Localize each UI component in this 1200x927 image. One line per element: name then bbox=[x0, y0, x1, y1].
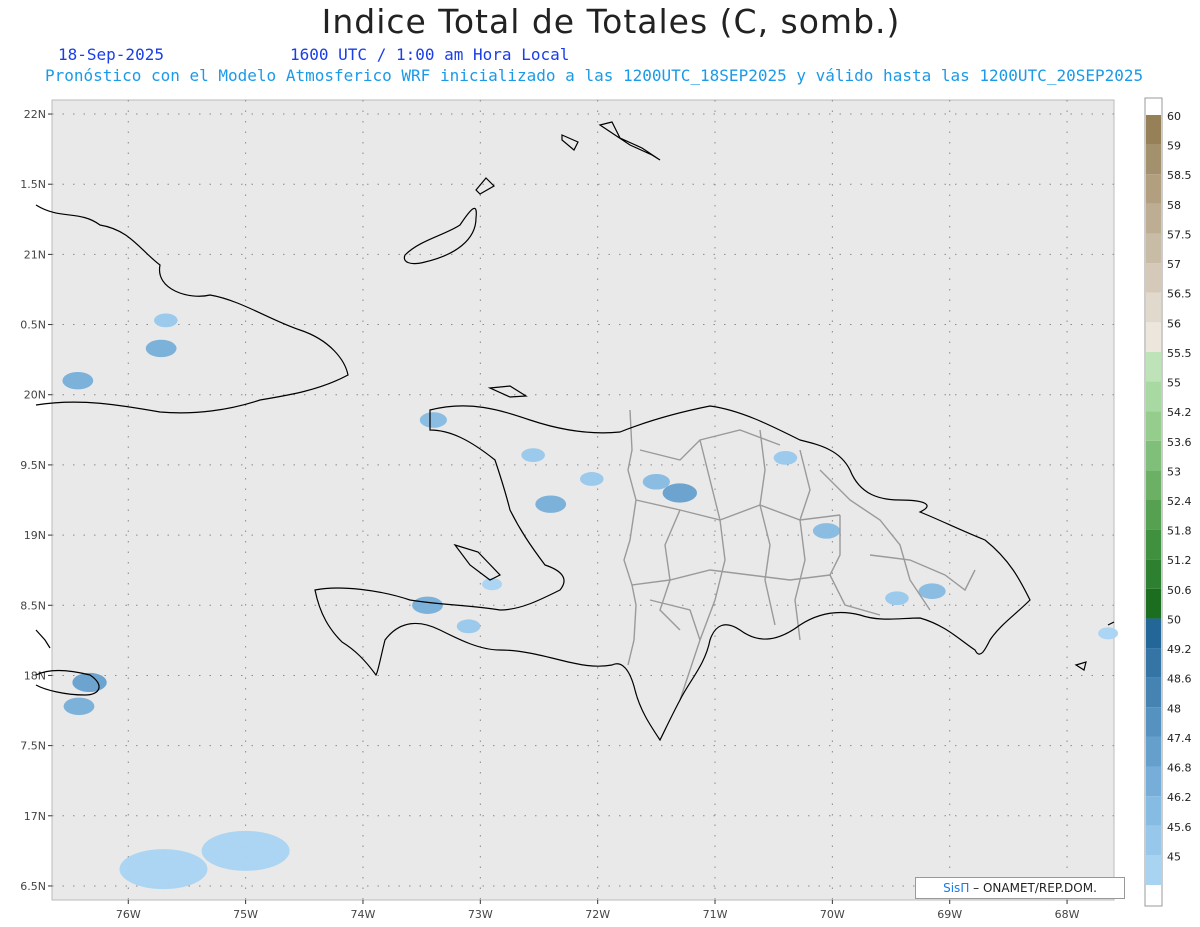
y-tick-label: 21N bbox=[24, 248, 46, 261]
x-tick-label: 75W bbox=[233, 908, 258, 921]
x-tick-label: 74W bbox=[351, 908, 376, 921]
shaded-region bbox=[580, 472, 604, 486]
y-tick-label: 1.5N bbox=[20, 178, 46, 191]
x-tick-label: 69W bbox=[937, 908, 962, 921]
shaded-region bbox=[63, 697, 95, 716]
y-tick-label: 20N bbox=[24, 389, 46, 402]
shaded-region bbox=[812, 523, 841, 539]
shaded-region bbox=[521, 448, 545, 462]
shaded-region bbox=[154, 313, 178, 328]
shaded-region bbox=[62, 372, 94, 390]
shaded-region bbox=[456, 619, 481, 634]
shaded-region bbox=[201, 830, 290, 871]
y-tick-label: 19N bbox=[24, 529, 46, 542]
credit-brand: SisΠ bbox=[943, 881, 970, 895]
credit-org: – ONAMET/REP.DOM. bbox=[973, 881, 1097, 895]
x-tick-label: 68W bbox=[1055, 908, 1080, 921]
shaded-region bbox=[885, 591, 909, 606]
shaded-region bbox=[1098, 627, 1119, 640]
credit-box: SisΠ – ONAMET/REP.DOM. bbox=[915, 877, 1125, 899]
y-tick-label: 17N bbox=[24, 810, 46, 823]
shaded-region bbox=[642, 473, 670, 490]
y-tick-label: 8.5N bbox=[20, 599, 46, 612]
shaded-region bbox=[918, 583, 946, 600]
y-tick-label: 0.5N bbox=[20, 319, 46, 332]
shaded-region bbox=[482, 578, 503, 591]
map-area bbox=[51, 99, 1115, 901]
x-tick-label: 71W bbox=[703, 908, 728, 921]
weather-map: 76W 75W 74W 73W 72W 71W 70W 69W 68W 6.5N 17N 7.5N 18… bbox=[20, 99, 1119, 921]
y-tick-label: 9.5N bbox=[20, 459, 46, 472]
shaded-region bbox=[412, 596, 443, 614]
y-tick-label: 7.5N bbox=[20, 740, 46, 753]
y-tick-label: 6.5N bbox=[20, 880, 46, 893]
x-tick-label: 72W bbox=[585, 908, 610, 921]
shaded-region bbox=[773, 450, 798, 465]
x-tick-label: 76W bbox=[116, 908, 141, 921]
shaded-region bbox=[145, 339, 177, 358]
shaded-region bbox=[662, 483, 698, 503]
shaded-region bbox=[119, 849, 208, 890]
shaded-region bbox=[419, 412, 447, 428]
y-tick-label: 22N bbox=[24, 108, 46, 121]
y-tick-label: 18N bbox=[24, 669, 46, 682]
shaded-region bbox=[535, 495, 567, 513]
x-tick-label: 73W bbox=[468, 908, 493, 921]
x-tick-label: 70W bbox=[820, 908, 845, 921]
shaded-region bbox=[72, 672, 107, 693]
